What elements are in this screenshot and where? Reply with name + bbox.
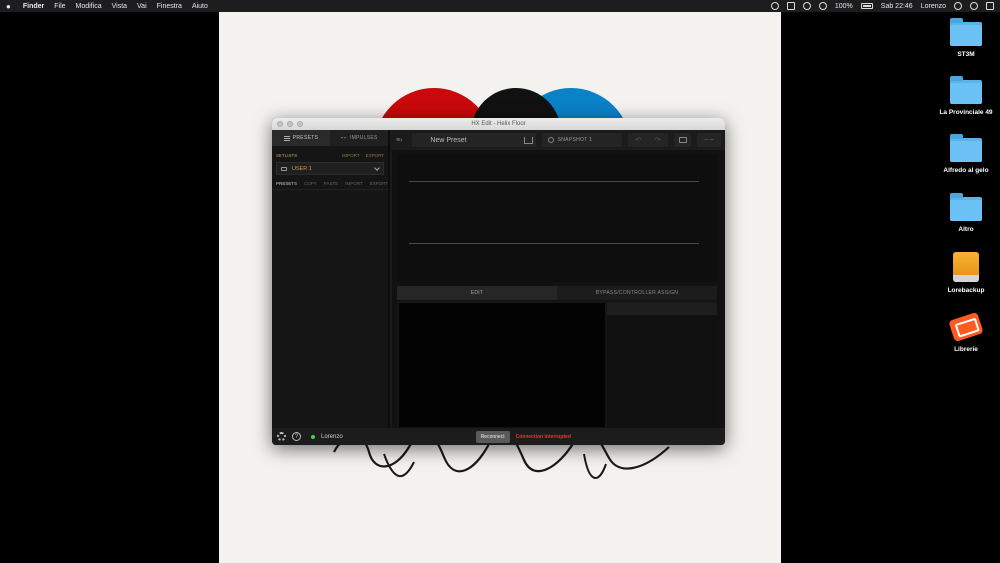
preset-name-field[interactable]: New Preset	[412, 133, 536, 147]
desktop-item-librerie[interactable]: Librerie	[931, 310, 1000, 353]
menu-user[interactable]: Lorenzo	[921, 3, 946, 10]
tab-impulses-label: IMPULSES	[349, 135, 378, 141]
snapshot-capture-button[interactable]	[673, 133, 692, 147]
device-user-label: Lorenzo	[321, 433, 343, 440]
list-icon	[283, 135, 290, 141]
close-window-button[interactable]	[277, 121, 283, 127]
lacie-drive-icon	[948, 311, 984, 343]
search-icon[interactable]	[954, 2, 962, 10]
signal-flow-area[interactable]	[397, 154, 717, 282]
folder-icon	[281, 166, 287, 171]
connection-indicator-icon	[311, 434, 315, 439]
menu-bar: ● Finder File Modifica Vista Vai Finestr…	[0, 0, 1000, 12]
controller-area	[607, 303, 717, 427]
setlists-export-button[interactable]: EXPORT	[366, 153, 384, 158]
setlist-dropdown[interactable]: USER 1	[276, 162, 384, 175]
parameter-area	[399, 303, 605, 427]
desktop-item-lorebackup[interactable]: Lorebackup	[931, 250, 1000, 294]
signal-path-1	[409, 181, 699, 182]
setlist-selected-value: USER 1	[292, 165, 312, 172]
preset-name-text: New Preset	[430, 136, 467, 144]
menu-file[interactable]: File	[54, 3, 65, 10]
wifi-icon[interactable]	[802, 2, 811, 10]
save-icon[interactable]	[523, 137, 533, 144]
zoom-window-button[interactable]	[297, 121, 303, 127]
status-menu-icon[interactable]	[770, 2, 779, 10]
menu-modifica[interactable]: Modifica	[76, 3, 102, 10]
reconnect-button[interactable]: Reconnect	[475, 430, 510, 443]
toolbar: ≡› New Preset SNAPSHOT 1 ↶ ↷ -- --	[392, 130, 725, 150]
battery-percent: 100%	[834, 2, 853, 10]
camera-icon	[678, 137, 687, 143]
snapshot-icon	[547, 137, 554, 143]
menu-app-finder[interactable]: Finder	[23, 3, 44, 10]
menu-vai[interactable]: Vai	[137, 3, 147, 10]
library-panel: PRESETS ⁃⁃ IMPULSES SETLISTS IMPORT EXPO…	[272, 130, 390, 428]
status-bar: ? Lorenzo Reconnect Connection interrupt…	[272, 428, 725, 445]
desktop-item-label: ST3M	[957, 51, 975, 58]
presets-label: PRESETS	[276, 181, 298, 186]
edit-panel	[397, 301, 717, 427]
gear-icon[interactable]	[277, 432, 286, 441]
sidebar-toggle-icon[interactable]: ≡›	[396, 137, 402, 144]
desktop-item-st3m[interactable]: ST3M	[931, 18, 1000, 58]
main-panel: ≡› New Preset SNAPSHOT 1 ↶ ↷ -- -- EDIT …	[392, 130, 725, 428]
tab-presets-label: PRESETS	[292, 135, 319, 141]
desktop-item-altro[interactable]: Altro	[931, 193, 1000, 233]
volume-icon[interactable]	[818, 2, 827, 10]
desktop: ● Finder File Modifica Vista Vai Finestr…	[0, 0, 1000, 563]
notification-center-icon[interactable]	[986, 2, 994, 10]
folder-icon	[950, 193, 982, 221]
presets-copy-button[interactable]: COPY	[304, 181, 317, 186]
redo-icon[interactable]: ↷	[655, 136, 661, 144]
menu-aiuto[interactable]: Aiuto	[192, 3, 208, 10]
tempo-display[interactable]: -- --	[697, 133, 721, 147]
menu-vista[interactable]: Vista	[112, 3, 127, 10]
setlists-label: SETLISTS	[276, 152, 298, 158]
battery-icon[interactable]	[860, 3, 873, 9]
undo-redo-group: ↶ ↷	[628, 133, 668, 147]
connection-status: Connection interrupted	[515, 433, 571, 440]
tab-bypass-controller-assign[interactable]: BYPASS/CONTROLLER ASSIGN	[557, 286, 717, 300]
presets-paste-button[interactable]: PASTE	[324, 181, 338, 186]
folder-icon	[950, 18, 982, 46]
desktop-item-label: Altro	[958, 226, 974, 233]
desktop-item-alfredo-al-gelo[interactable]: Alfredo al gelo	[931, 134, 1000, 174]
chevron-down-icon	[374, 164, 380, 171]
desktop-item-label: Alfredo al gelo	[943, 167, 989, 174]
snapshot-selector[interactable]: SNAPSHOT 1	[541, 133, 623, 147]
tab-edit[interactable]: EDIT	[397, 286, 557, 300]
minimize-window-button[interactable]	[287, 121, 293, 127]
edit-tabs: EDIT BYPASS/CONTROLLER ASSIGN	[397, 286, 717, 300]
folder-icon	[950, 134, 982, 162]
snapshot-label: SNAPSHOT 1	[557, 137, 593, 143]
desktop-item-label: Lorebackup	[947, 287, 985, 294]
presets-export-button[interactable]: EXPORT	[370, 181, 388, 186]
window-titlebar[interactable]: HX Edit - Helix Floor	[272, 118, 725, 130]
window-title: HX Edit - Helix Floor	[471, 121, 526, 127]
siri-icon[interactable]	[970, 2, 978, 10]
airplay-icon[interactable]	[786, 2, 795, 10]
folder-icon	[950, 76, 982, 104]
hx-edit-window: HX Edit - Helix Floor PRESETS ⁃⁃ IMPULSE…	[272, 118, 725, 445]
menu-clock[interactable]: Sab 22:46	[881, 3, 913, 10]
undo-icon[interactable]: ↶	[635, 136, 641, 144]
presets-import-button[interactable]: IMPORT	[345, 181, 362, 186]
signal-path-2	[409, 243, 699, 244]
desktop-item-label: La Provinciale 49	[939, 109, 993, 116]
help-icon[interactable]: ?	[292, 432, 301, 441]
setlists-import-button[interactable]: IMPORT	[342, 153, 359, 158]
tab-impulses[interactable]: ⁃⁃ IMPULSES	[330, 130, 388, 146]
external-drive-icon	[953, 252, 979, 282]
impulse-icon: ⁃⁃	[340, 135, 347, 142]
desktop-item-la-provinciale-49[interactable]: La Provinciale 49	[931, 76, 1000, 116]
tab-presets[interactable]: PRESETS	[272, 130, 330, 146]
menu-finestra[interactable]: Finestra	[157, 3, 182, 10]
controller-header	[607, 303, 717, 315]
apple-menu-icon[interactable]: ●	[6, 2, 11, 11]
desktop-item-label: Librerie	[954, 346, 978, 353]
